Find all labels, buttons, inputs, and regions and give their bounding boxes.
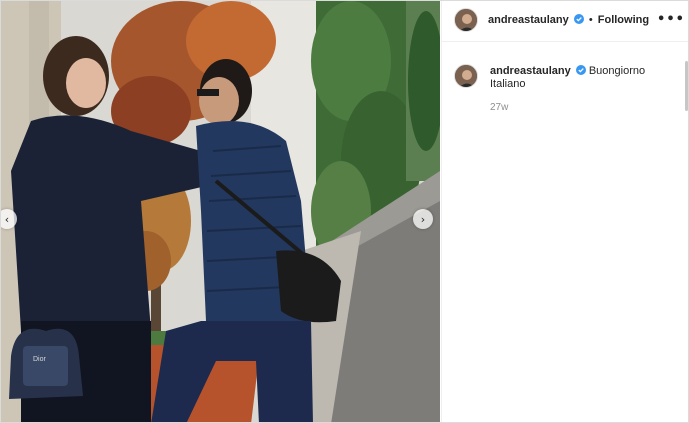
photo-illustration: Dior bbox=[1, 1, 440, 422]
chevron-left-icon: ‹ bbox=[4, 212, 10, 226]
verified-badge-icon bbox=[575, 65, 586, 75]
more-dots-icon: ••• bbox=[657, 11, 685, 27]
header-line: andreastaulany • Following bbox=[488, 14, 649, 26]
comment-avatar-image bbox=[455, 65, 477, 87]
comment-username[interactable]: andreastaulany bbox=[490, 65, 571, 77]
post-photo[interactable]: Dior ‹ › bbox=[1, 1, 440, 422]
scrollbar[interactable] bbox=[685, 61, 688, 111]
avatar-image bbox=[455, 9, 477, 31]
separator-dot: • bbox=[588, 14, 593, 26]
post-timestamp[interactable]: 27w bbox=[490, 102, 508, 113]
svg-text:Dior: Dior bbox=[33, 356, 47, 363]
more-options-button[interactable]: ••• bbox=[657, 10, 684, 28]
avatar[interactable] bbox=[454, 8, 478, 32]
post-sidebar: andreastaulany • Following ••• andreasta… bbox=[441, 1, 688, 422]
instagram-post-window: Dior ‹ › andreastaulany • Following ••• … bbox=[0, 0, 689, 423]
chevron-right-icon: › bbox=[420, 212, 426, 226]
header-username[interactable]: andreastaulany bbox=[488, 14, 569, 26]
comment-avatar[interactable] bbox=[454, 64, 478, 88]
following-button[interactable]: Following bbox=[598, 14, 649, 26]
post-header: andreastaulany • Following ••• bbox=[442, 1, 688, 42]
next-photo-button[interactable]: › bbox=[413, 209, 433, 229]
caption-text-block: andreastaulany Buongiorno Italiano bbox=[490, 65, 670, 91]
verified-badge-icon bbox=[573, 14, 584, 24]
